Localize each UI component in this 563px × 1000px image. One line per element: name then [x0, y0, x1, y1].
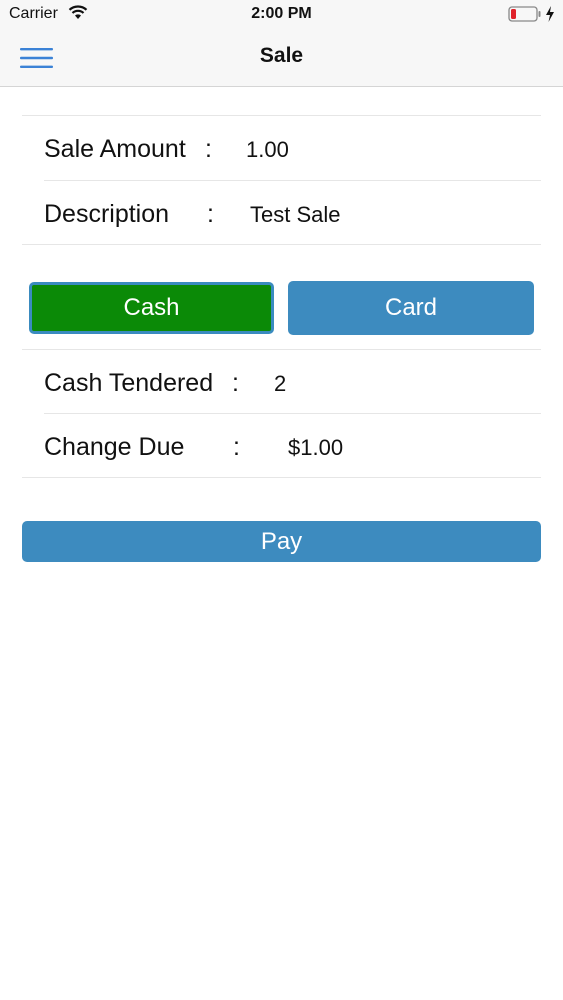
- cash-tendered-colon: :: [232, 369, 239, 397]
- description-value: Test Sale: [250, 202, 341, 227]
- change-due-colon: :: [233, 433, 240, 461]
- navigation-bar: Sale: [0, 30, 563, 87]
- cash-tendered-value[interactable]: 2: [274, 371, 286, 397]
- change-due-label: Change Due: [44, 433, 185, 461]
- sale-amount-row: Sale Amount : 1.00: [22, 116, 541, 180]
- divider: [22, 244, 541, 245]
- sale-amount-colon: :: [205, 135, 212, 163]
- status-bar: Carrier 2:00 PM: [0, 0, 563, 30]
- clock-time: 2:00 PM: [251, 5, 312, 22]
- sale-amount-label: Sale Amount: [44, 135, 186, 163]
- cash-button[interactable]: Cash: [29, 282, 274, 334]
- description-colon: :: [207, 200, 214, 228]
- cash-tendered-row: Cash Tendered : 2: [22, 350, 541, 414]
- change-due-value: $1.00: [288, 435, 344, 460]
- page-title: Sale: [259, 44, 304, 67]
- description-row: Description : Test Sale: [22, 181, 541, 245]
- description-label: Description: [44, 200, 170, 228]
- sale-amount-value: 1.00: [246, 137, 289, 162]
- divider: [22, 477, 541, 478]
- card-button[interactable]: Card: [288, 281, 534, 335]
- battery-low-icon: [508, 6, 541, 22]
- cash-tendered-label: Cash Tendered: [44, 369, 214, 397]
- change-due-row: Change Due : $1.00: [22, 414, 541, 478]
- pay-button[interactable]: Pay: [22, 521, 541, 562]
- charging-bolt-icon: [546, 6, 554, 22]
